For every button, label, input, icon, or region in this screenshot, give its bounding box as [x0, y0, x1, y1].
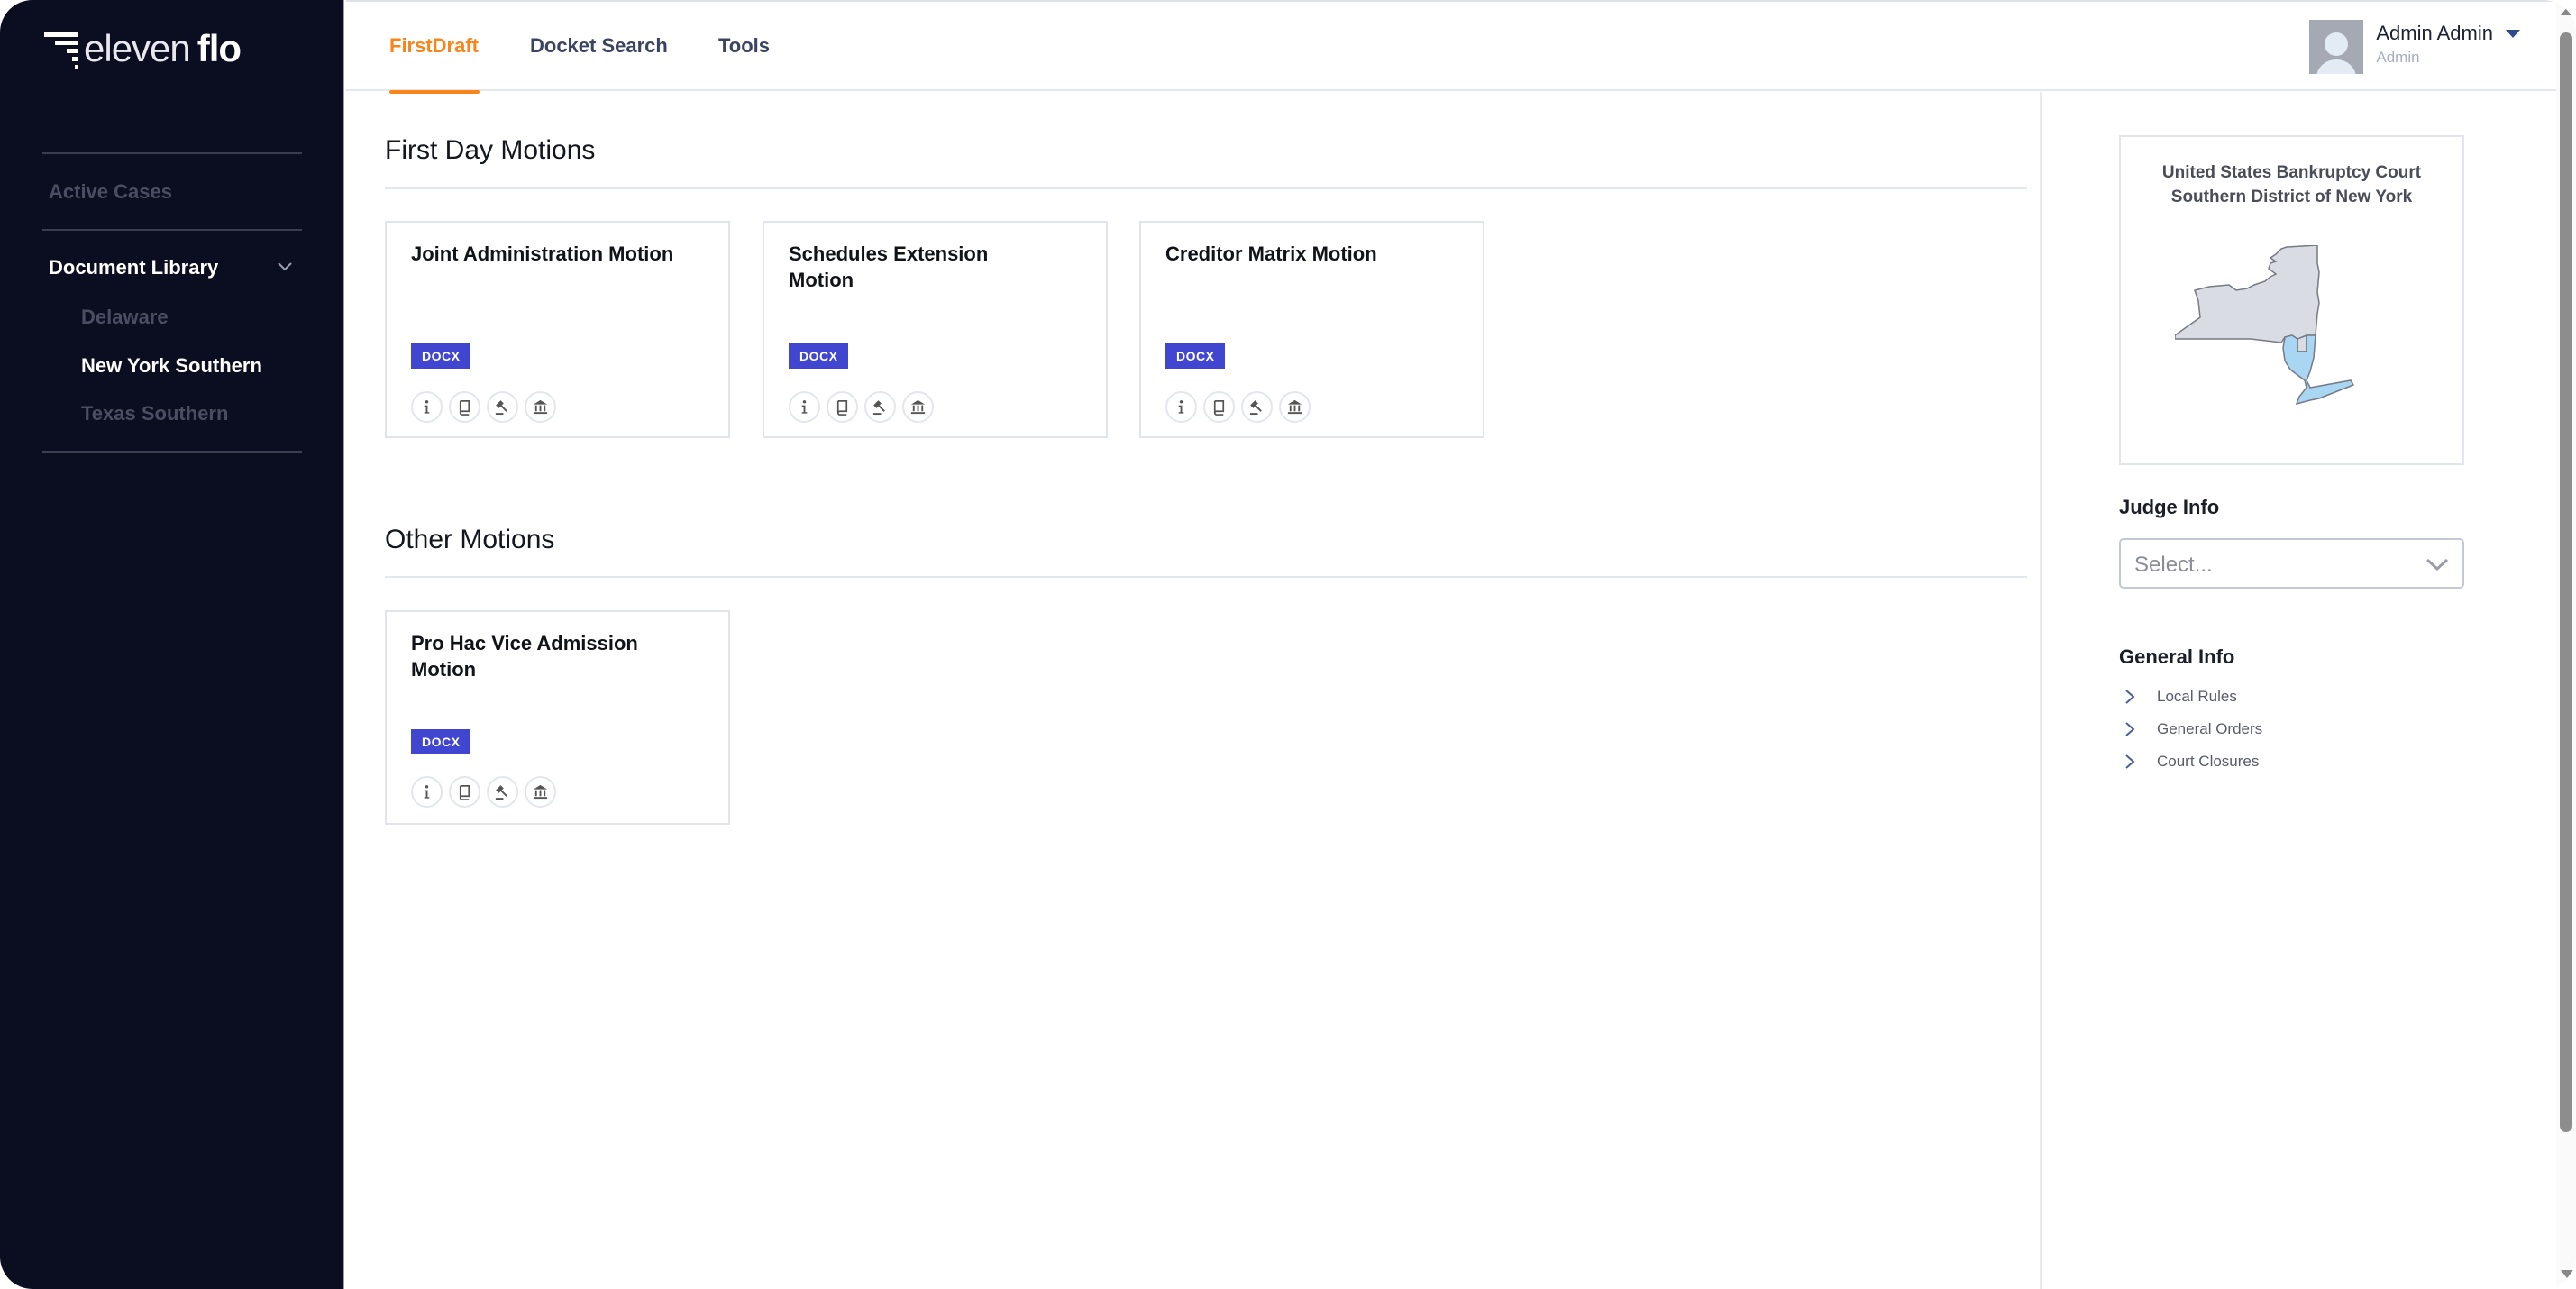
sidebar-subitem-texas-southern[interactable]: Texas Southern	[81, 402, 228, 425]
chevron-down-icon	[2425, 558, 2449, 571]
chevron-down-icon[interactable]	[276, 260, 294, 274]
card-title: Schedules Extension Motion	[789, 242, 989, 291]
new-york-map	[2175, 245, 2355, 406]
section-divider	[385, 576, 2027, 578]
judge-select-placeholder: Select...	[2134, 553, 2213, 577]
section-title-other-motions: Other Motions	[385, 525, 555, 554]
info-button[interactable]	[411, 391, 443, 423]
tab-docket-search[interactable]: Docket Search	[530, 34, 668, 58]
card-title: Joint Administration Motion	[411, 242, 674, 265]
tab-tools[interactable]: Tools	[718, 34, 770, 58]
card-actions	[1165, 391, 1311, 423]
avatar	[2309, 20, 2364, 74]
book-button[interactable]	[449, 776, 480, 808]
motion-card[interactable]: Joint Administration Motion DOCX	[385, 221, 730, 438]
scroll-thumb[interactable]	[2560, 32, 2572, 1132]
info-icon	[424, 785, 430, 799]
southern-district-shape	[2282, 334, 2355, 406]
book-icon	[836, 399, 848, 416]
gavel-button[interactable]	[487, 776, 518, 808]
logo-mark-icon	[42, 29, 78, 69]
courthouse-icon	[533, 399, 548, 415]
card-actions	[411, 776, 556, 808]
info-button[interactable]	[1165, 391, 1197, 423]
info-button[interactable]	[411, 776, 443, 808]
book-icon	[459, 399, 470, 416]
info-icon	[801, 400, 808, 414]
courthouse-button[interactable]	[525, 391, 556, 423]
docx-badge: DOCX	[789, 343, 849, 369]
judge-select[interactable]: Select...	[2119, 538, 2464, 589]
general-info-label: General Info	[2119, 645, 2235, 668]
courthouse-button[interactable]	[1279, 391, 1311, 423]
gavel-icon	[495, 785, 507, 800]
docx-badge: DOCX	[1165, 343, 1226, 369]
motion-card[interactable]: Creditor Matrix Motion DOCX	[1139, 221, 1484, 438]
general-info-item-court-closures[interactable]: Court Closures	[2124, 753, 2259, 771]
sidebar-divider	[42, 229, 302, 231]
docx-badge: DOCX	[411, 343, 471, 369]
logo-text: eleven flo	[84, 27, 242, 69]
district-name: Southern District of New York	[2170, 187, 2413, 206]
gavel-icon	[872, 400, 885, 416]
book-icon	[459, 784, 470, 800]
card-title: Creditor Matrix Motion	[1165, 242, 1377, 265]
chevron-right-icon	[2125, 690, 2135, 704]
sidebar-item-document-library[interactable]: Document Library	[49, 256, 218, 279]
court-name: United States Bankruptcy Court	[2161, 163, 2422, 182]
book-button[interactable]	[827, 391, 858, 423]
general-info-item-local-rules[interactable]: Local Rules	[2124, 688, 2237, 706]
tab-firstdraft[interactable]: FirstDraft	[389, 34, 479, 58]
gavel-icon	[495, 400, 507, 416]
motion-card[interactable]: Schedules Extension Motion DOCX	[763, 221, 1108, 438]
courthouse-button[interactable]	[902, 391, 934, 423]
chevron-right-icon	[2125, 722, 2135, 736]
gavel-button[interactable]	[487, 391, 518, 423]
sidebar-item-active-cases[interactable]: Active Cases	[49, 180, 172, 204]
card-actions	[789, 391, 934, 423]
sidebar-subitem-new-york-southern[interactable]: New York Southern	[81, 354, 262, 378]
ny-state-shape	[2175, 245, 2320, 352]
vertical-scrollbar[interactable]	[2556, 0, 2576, 1289]
general-info-item-general-orders[interactable]: General Orders	[2124, 720, 2262, 738]
top-nav: FirstDraft Docket Search Tools Admin Adm…	[346, 0, 2556, 94]
section-title-first-day-motions: First Day Motions	[385, 135, 596, 165]
info-icon	[1178, 400, 1184, 414]
section-divider	[385, 187, 2027, 189]
right-panel-divider	[2040, 92, 2042, 1289]
courthouse-icon	[533, 784, 548, 800]
caret-down-icon[interactable]	[2506, 29, 2520, 38]
user-role: Admin	[2376, 49, 2420, 66]
book-button[interactable]	[449, 391, 480, 423]
scroll-up-arrow[interactable]	[2561, 7, 2573, 15]
courthouse-button[interactable]	[525, 776, 556, 808]
sidebar: eleven flo Active Cases Document Library …	[0, 0, 344, 1289]
user-menu[interactable]: Admin Admin Admin	[2309, 20, 2520, 74]
docx-badge: DOCX	[411, 729, 471, 754]
info-icon	[424, 400, 430, 414]
courthouse-icon	[1287, 399, 1302, 415]
gavel-button[interactable]	[864, 391, 896, 423]
book-button[interactable]	[1203, 391, 1235, 423]
logo[interactable]: eleven flo	[42, 27, 242, 70]
sidebar-subitem-delaware[interactable]: Delaware	[81, 306, 169, 329]
scroll-down-arrow[interactable]	[2561, 1270, 2573, 1278]
card-actions	[411, 391, 556, 423]
sidebar-divider	[42, 451, 302, 453]
card-title: Pro Hac Vice Admission Motion	[411, 632, 638, 681]
user-name: Admin Admin	[2376, 22, 2493, 44]
motion-card[interactable]: Pro Hac Vice Admission Motion DOCX	[385, 610, 730, 825]
gavel-button[interactable]	[1241, 391, 1273, 423]
court-map-card: United States Bankruptcy Court Southern …	[2119, 135, 2464, 465]
book-icon	[1213, 399, 1225, 416]
info-button[interactable]	[789, 391, 820, 423]
chevron-right-icon	[2125, 754, 2135, 769]
judge-info-label: Judge Info	[2119, 496, 2220, 518]
active-tab-indicator	[389, 90, 480, 94]
courthouse-icon	[910, 399, 926, 415]
app-window: eleven flo Active Cases Document Library …	[0, 0, 2576, 1289]
gavel-icon	[1249, 400, 1262, 416]
sidebar-divider	[42, 152, 302, 154]
